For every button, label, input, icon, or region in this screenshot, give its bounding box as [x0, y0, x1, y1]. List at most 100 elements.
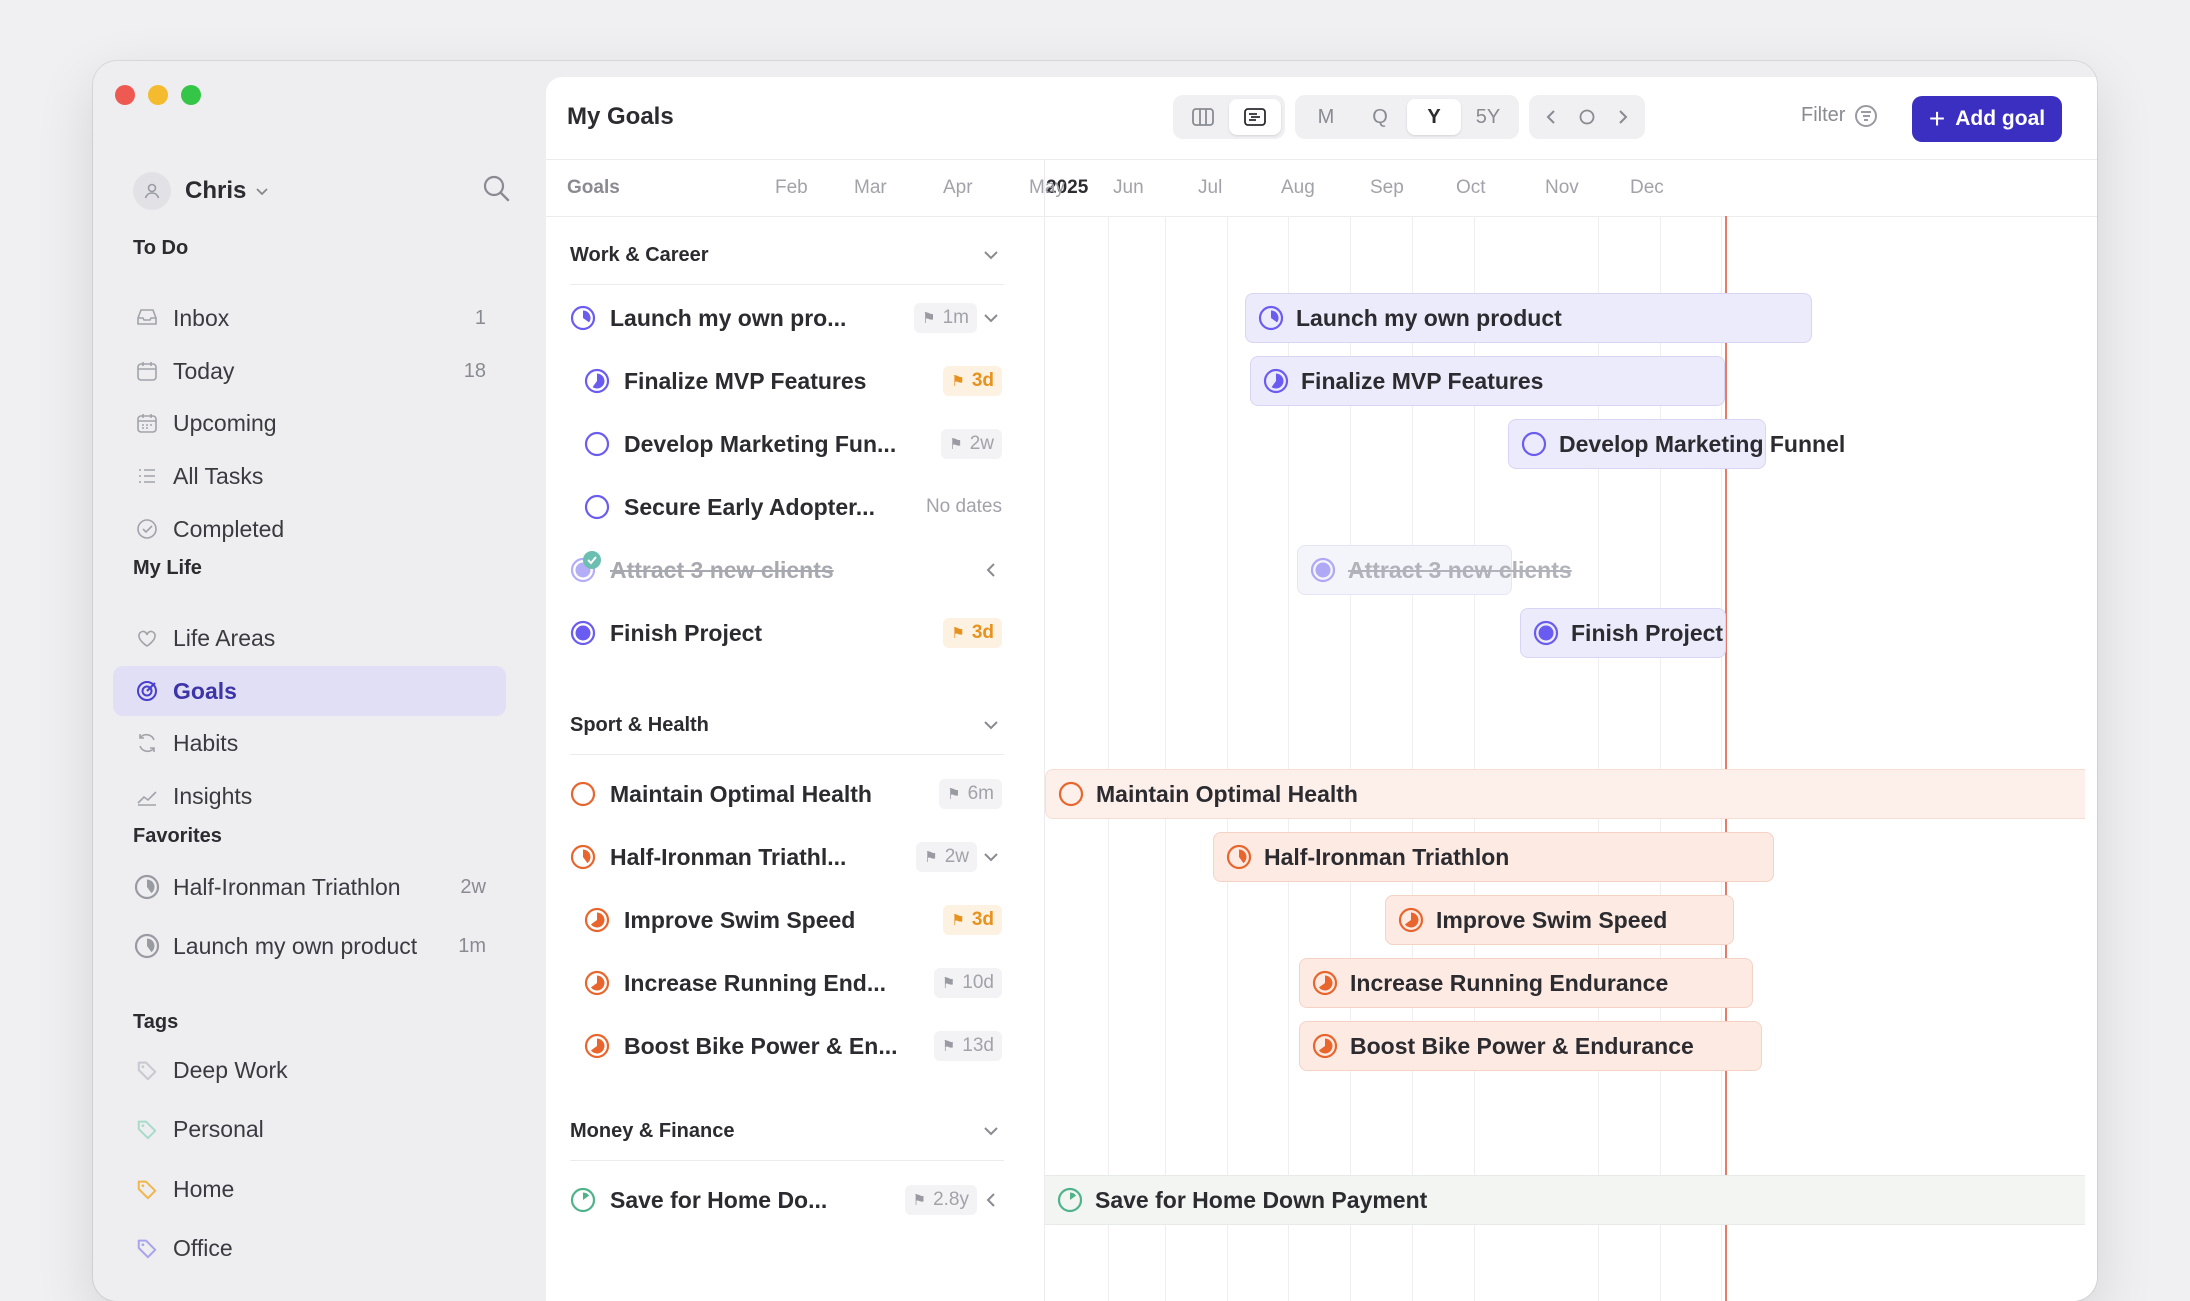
goal-row[interactable]: Finalize MVP Features: [584, 361, 866, 401]
timeline-bar[interactable]: Finish Project: [1520, 608, 1726, 658]
sidebar-item-label: Today: [173, 357, 235, 384]
month-label-sep: Sep: [1370, 177, 1404, 198]
progress-ring-icon: [584, 1033, 610, 1059]
sidebar-item-deep-work[interactable]: Deep Work: [113, 1045, 506, 1095]
chevron-down-icon[interactable]: [982, 309, 1000, 327]
month-label-jul: Jul: [1198, 177, 1223, 198]
timeline-bar[interactable]: Launch my own product: [1245, 293, 1812, 343]
progress-ring-icon: [570, 844, 596, 870]
timeline-bar[interactable]: Attract 3 new clients: [1297, 545, 1572, 595]
month-label-may: May: [1029, 177, 1065, 198]
deadline-badge: ⚑ 13d: [933, 1031, 1002, 1061]
chevron-down-icon[interactable]: [982, 1122, 1000, 1140]
chevron-left-icon[interactable]: [982, 1191, 1000, 1209]
sidebar-item-label: Deep Work: [173, 1056, 288, 1083]
goal-row[interactable]: Improve Swim Speed: [584, 900, 855, 940]
sidebar-item-icon-wrap: [133, 679, 161, 703]
sidebar-item-label: Life Areas: [173, 624, 276, 651]
previous-button[interactable]: [1533, 99, 1569, 135]
sidebar-item-insights[interactable]: Insights: [113, 771, 506, 821]
sidebar-item-count: 18: [463, 359, 486, 382]
sidebar-item-all-tasks[interactable]: All Tasks: [113, 451, 506, 501]
goal-row[interactable]: Launch my own pro...: [570, 298, 846, 338]
timeline-bar[interactable]: Maintain Optimal Health: [1045, 769, 2085, 819]
sidebar-item-life-areas[interactable]: Life Areas: [113, 613, 506, 663]
sidebar-item-completed[interactable]: Completed: [113, 504, 506, 554]
calendar-icon: [137, 362, 157, 381]
list-icon: [139, 469, 155, 483]
grid-line: [1227, 216, 1228, 1301]
view-toggle: [1173, 95, 1285, 139]
range-option-y[interactable]: Y: [1407, 99, 1461, 135]
goal-name: Maintain Optimal Health: [610, 780, 872, 807]
user-icon: [144, 183, 160, 199]
goal-name: Secure Early Adopter...: [624, 493, 875, 520]
sidebar-item-label: Personal: [173, 1115, 264, 1142]
sidebar-item-office[interactable]: Office: [113, 1223, 506, 1273]
heart-icon: [138, 630, 156, 647]
chevron-left-icon[interactable]: [982, 561, 1000, 579]
chevron-down-icon[interactable]: [982, 848, 1000, 866]
goal-row[interactable]: Increase Running End...: [584, 963, 886, 1003]
range-selector: M Q Y 5Y: [1295, 95, 1519, 139]
goal-row[interactable]: Develop Marketing Fun...: [584, 424, 896, 464]
deadline-value: 2w: [944, 846, 969, 867]
flag-icon: ⚑: [924, 849, 938, 866]
sidebar-item-upcoming[interactable]: Upcoming: [113, 398, 506, 448]
goal-row[interactable]: Finish Project: [570, 613, 762, 653]
tag-icon: [137, 1180, 157, 1200]
deadline-badge: ⚑ 3d: [943, 366, 1002, 396]
goal-progress-icon: [134, 874, 160, 900]
goal-row[interactable]: Secure Early Adopter...: [584, 487, 875, 527]
month-label-mar: Mar: [854, 177, 887, 198]
board-view-button[interactable]: [1177, 99, 1229, 135]
flag-icon: ⚑: [949, 436, 963, 453]
chevron-down-icon[interactable]: [982, 716, 1000, 734]
search-icon[interactable]: [481, 173, 511, 203]
timeline-bar[interactable]: Improve Swim Speed: [1385, 895, 1734, 945]
sidebar-item-habits[interactable]: Habits: [113, 718, 506, 768]
completed-progress-icon: [1310, 557, 1336, 583]
timeline-bar-label: Half-Ironman Triathlon: [1264, 843, 1510, 870]
sidebar-item-count: 1m: [458, 934, 486, 957]
sidebar-item-half-ironman-triathlon[interactable]: Half-Ironman Triathlon 2w: [113, 862, 506, 912]
sidebar-item-inbox[interactable]: Inbox 1: [113, 293, 506, 343]
goal-row[interactable]: Save for Home Do...: [570, 1180, 827, 1220]
timeline-bar[interactable]: Save for Home Down Payment: [1045, 1175, 2085, 1225]
goal-name: Attract 3 new clients: [610, 556, 834, 583]
timeline-bar[interactable]: Develop Marketing Funnel: [1508, 419, 1845, 469]
goal-row[interactable]: Maintain Optimal Health: [570, 774, 872, 814]
user-menu[interactable]: Chris: [133, 169, 270, 213]
next-button[interactable]: [1605, 99, 1641, 135]
sidebar-item-icon-wrap: [133, 464, 161, 488]
goals-column-header: Goals: [567, 177, 620, 198]
sidebar-item-icon-wrap: [133, 1178, 161, 1200]
chevron-down-icon[interactable]: [982, 246, 1000, 264]
grid-line: [1108, 216, 1109, 1301]
range-option-q[interactable]: Q: [1353, 99, 1407, 135]
timeline-view-button[interactable]: [1229, 99, 1281, 135]
goal-row[interactable]: Attract 3 new clients: [570, 550, 834, 590]
sidebar-item-personal[interactable]: Personal: [113, 1104, 506, 1154]
goal-row[interactable]: Half-Ironman Triathl...: [570, 837, 846, 877]
range-option-5y[interactable]: 5Y: [1461, 99, 1515, 135]
timeline-bar[interactable]: Half-Ironman Triathlon: [1213, 832, 1774, 882]
today-button[interactable]: [1569, 99, 1605, 135]
sidebar-item-label: Half-Ironman Triathlon: [173, 873, 401, 900]
sidebar-item-today[interactable]: Today 18: [113, 346, 506, 396]
circle-icon: [1579, 109, 1595, 125]
sidebar-item-label: Completed: [173, 515, 285, 542]
sidebar-item-launch-my-own-product[interactable]: Launch my own product 1m: [113, 921, 506, 971]
add-goal-button[interactable]: + Add goal: [1912, 96, 2062, 142]
goal-progress-icon: [134, 933, 160, 959]
sidebar-item-label: Inbox: [173, 304, 230, 331]
deadline-badge: ⚑ 10d: [933, 968, 1002, 998]
timeline-bar[interactable]: Increase Running Endurance: [1299, 958, 1753, 1008]
timeline-bar[interactable]: Finalize MVP Features: [1250, 356, 1725, 406]
timeline-bar[interactable]: Boost Bike Power & Endurance: [1299, 1021, 1762, 1071]
filter-button[interactable]: Filter: [1801, 104, 1878, 127]
goal-row[interactable]: Boost Bike Power & En...: [584, 1026, 898, 1066]
sidebar-item-goals[interactable]: Goals: [113, 666, 506, 716]
sidebar-item-home[interactable]: Home: [113, 1164, 506, 1214]
range-option-m[interactable]: M: [1299, 99, 1353, 135]
